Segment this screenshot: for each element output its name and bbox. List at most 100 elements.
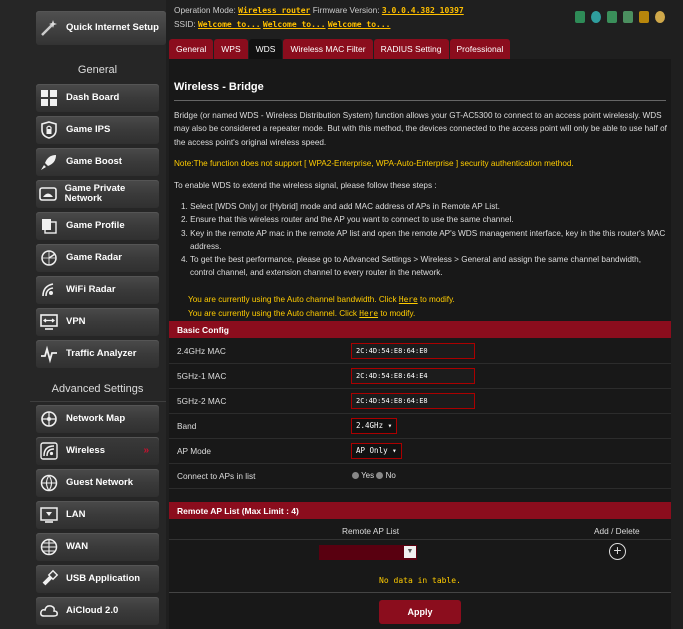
sidebar-item-game-radar[interactable]: Game Radar (36, 244, 159, 272)
usb-status-icon[interactable] (623, 11, 633, 23)
dashboard-icon (38, 87, 60, 109)
remote-ap-list-header: Remote AP List (Max Limit : 4) (169, 502, 671, 519)
connect-yes-radio[interactable] (352, 472, 359, 480)
tab-general[interactable]: General (169, 39, 214, 59)
sidebar-item-label: Game IPS (66, 124, 111, 135)
quick-internet-setup-button[interactable]: Quick Internet Setup (36, 11, 166, 45)
mac-5ghz-2-row: 5GHz-2 MAC 2C:4D:54:E8:64:E8 (169, 389, 671, 414)
divider (30, 401, 166, 402)
band-select[interactable]: 2.4GHz ▾ (351, 418, 398, 434)
sidebar-item-lan[interactable]: LAN (36, 501, 159, 529)
tab-wds[interactable]: WDS (248, 39, 283, 59)
divider (169, 592, 671, 593)
sidebar-item-label: Game Profile (66, 220, 125, 231)
network-status-icon[interactable] (591, 11, 601, 23)
sidebar-item-traffic-analyzer[interactable]: Traffic Analyzer (36, 340, 159, 368)
wifi-radar-icon (38, 279, 60, 301)
magic-wand-icon (38, 17, 60, 39)
channel-here-link[interactable]: Here (359, 309, 378, 318)
to-modify-text: to modify. (378, 309, 416, 318)
add-remote-ap-button[interactable]: + (609, 543, 626, 560)
page-title: Wireless - Bridge (174, 81, 264, 93)
mac-24ghz-row: 2.4GHz MAC 2C:4D:54:E8:64:E0 (169, 339, 671, 364)
steps-list: 1. Select [WDS Only] or [Hybrid] mode an… (181, 200, 666, 280)
radar-icon (38, 247, 60, 269)
radio-no-label: No (385, 471, 396, 480)
traffic-analyzer-icon (38, 343, 60, 365)
bandwidth-message: You are currently using the Auto channel… (188, 295, 455, 304)
sidebar-item-label: WiFi Radar (66, 284, 116, 295)
clients-status-icon[interactable] (607, 11, 617, 23)
apply-button[interactable]: Apply (379, 600, 461, 624)
sidebar-item-label: WAN (66, 541, 89, 552)
game-private-network-icon (38, 183, 59, 205)
column-header-add-delete: Add / Delete (594, 526, 640, 536)
sidebar-item-guest-network[interactable]: Guest Network (36, 469, 159, 497)
sidebar-item-dashboard[interactable]: Dash Board (36, 84, 159, 112)
ap-mode-row: AP Mode AP Only ▾ (169, 439, 671, 464)
ssid-value: Welcome to... (197, 20, 261, 29)
mac-5ghz-1-row: 5GHz-1 MAC 2C:4D:54:E8:64:E4 (169, 364, 671, 389)
usb-icon (38, 568, 60, 590)
ssid-label: SSID: (174, 19, 196, 29)
firmware-version-link[interactable]: 3.0.0.4.382_10397 (382, 6, 464, 15)
wireless-icon (38, 440, 60, 462)
mac-5ghz-2-label: 5GHz-2 MAC (177, 396, 227, 406)
remote-ap-table-head: Remote AP List Add / Delete (169, 520, 671, 540)
sidebar-item-wireless[interactable]: Wireless (36, 437, 159, 465)
sidebar-item-wan[interactable]: WAN (36, 533, 159, 561)
sidebar-item-label: Game Boost (66, 156, 122, 167)
sidebar-item-label: Game Private Network (64, 183, 126, 204)
chevron-down-icon: ▾ (387, 421, 393, 430)
sidebar-item-network-map[interactable]: Network Map (36, 405, 159, 433)
sidebar: Quick Internet Setup General Dash Board … (0, 0, 166, 629)
ap-mode-select[interactable]: AP Only ▾ (351, 443, 402, 459)
column-header-remote-ap: Remote AP List (342, 526, 400, 536)
sidebar-item-label: AiCloud 2.0 (66, 605, 119, 616)
sidebar-item-wifi-radar[interactable]: WiFi Radar (36, 276, 159, 304)
ssid-line: SSID: Welcome to... Welcome to... Welcom… (174, 19, 390, 29)
sidebar-item-label: Wireless (66, 445, 105, 456)
firmware-label: Firmware Version: (312, 5, 380, 15)
tab-wps[interactable]: WPS (214, 39, 248, 59)
sidebar-item-label: Network Map (66, 413, 126, 424)
chevron-down-icon: ▼ (404, 546, 416, 558)
sidebar-item-game-private-network[interactable]: Game Private Network (36, 180, 159, 208)
mac-5ghz-1-field[interactable]: 2C:4D:54:E8:64:E4 (351, 368, 475, 384)
cloud-icon (38, 600, 60, 622)
lan-icon (38, 504, 60, 526)
channel-message-text: You are currently using the Auto channel… (188, 309, 360, 318)
ssid-value: Welcome to... (262, 20, 326, 29)
gear-icon[interactable] (655, 11, 665, 23)
radio-yes-label: Yes (361, 471, 375, 480)
top-status-bar: Operation Mode: Wireless router Firmware… (169, 0, 683, 40)
channel-message: You are currently using the Auto channel… (188, 309, 415, 318)
tab-professional[interactable]: Professional (449, 39, 511, 59)
sidebar-item-game-boost[interactable]: Game Boost (36, 148, 159, 176)
operation-mode-link[interactable]: Wireless router (238, 6, 310, 15)
band-row: Band 2.4GHz ▾ (169, 414, 671, 439)
internet-status-icon[interactable] (575, 11, 585, 23)
operation-mode-line: Operation Mode: Wireless router Firmware… (174, 5, 464, 15)
sidebar-item-aicloud[interactable]: AiCloud 2.0 (36, 597, 159, 625)
sidebar-item-game-profile[interactable]: Game Profile (36, 212, 159, 240)
remote-ap-input[interactable]: ▼ (319, 545, 417, 560)
sidebar-item-vpn[interactable]: VPN (36, 308, 159, 336)
tab-radius-setting[interactable]: RADIUS Setting (373, 39, 449, 59)
sidebar-item-usb-application[interactable]: USB Application (36, 565, 159, 593)
sidebar-item-label: USB Application (66, 573, 141, 584)
mac-5ghz-2-field[interactable]: 2C:4D:54:E8:64:E8 (351, 393, 475, 409)
notification-icon[interactable] (639, 11, 649, 23)
bandwidth-message-text: You are currently using the Auto channel… (188, 295, 399, 304)
sidebar-item-game-ips[interactable]: Game IPS (36, 116, 159, 144)
tab-wireless-mac-filter[interactable]: Wireless MAC Filter (283, 39, 373, 59)
bandwidth-here-link[interactable]: Here (399, 295, 418, 304)
ap-mode-label: AP Mode (177, 446, 211, 456)
mac-24ghz-field[interactable]: 2C:4D:54:E8:64:E0 (351, 343, 475, 359)
intro-text: Bridge (or named WDS - Wireless Distribu… (174, 111, 667, 147)
connect-no-radio[interactable] (376, 472, 384, 480)
globe-icon (38, 536, 60, 558)
advanced-settings-header: Advanced Settings (51, 383, 144, 395)
sidebar-item-label: LAN (66, 509, 86, 520)
mac-5ghz-1-label: 5GHz-1 MAC (177, 371, 227, 381)
